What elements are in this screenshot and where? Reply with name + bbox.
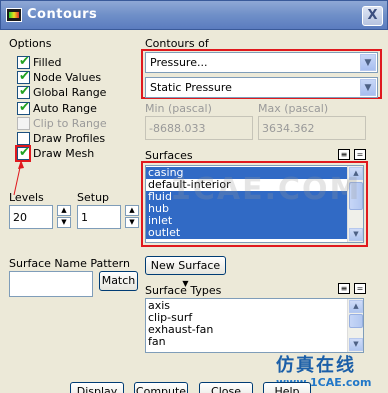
scroll-down-icon[interactable]: ▼: [349, 228, 363, 241]
contour-category-value: Pressure...: [150, 56, 208, 69]
close-button[interactable]: Close: [199, 382, 253, 393]
chevron-down-icon: ▼: [360, 79, 376, 96]
help-button[interactable]: Help: [263, 382, 311, 393]
chevron-down-icon: ▼: [360, 54, 376, 71]
contour-category-select[interactable]: Pressure... ▼: [145, 52, 378, 73]
max-field[interactable]: 3634.362: [258, 116, 366, 140]
min-label: Min (pascal): [145, 102, 212, 115]
select-all-types-icon[interactable]: ≡: [338, 283, 350, 294]
scroll-down-icon[interactable]: ▼: [349, 338, 363, 351]
scroll-up-icon[interactable]: ▲: [349, 300, 363, 313]
surface-types-items: axis clip-surf exhaust-fan fan: [146, 300, 347, 348]
setup-down-icon[interactable]: ▼: [125, 217, 139, 228]
surface-types-heading: Surface Types: [145, 284, 222, 297]
setup-label: Setup: [77, 191, 110, 204]
list-item[interactable]: outlet: [146, 227, 347, 239]
min-field[interactable]: -8688.033: [145, 116, 253, 140]
contour-quantity-select[interactable]: Static Pressure ▼: [145, 77, 378, 98]
surface-types-list[interactable]: axis clip-surf exhaust-fan fan ▲ ▼: [145, 298, 364, 353]
new-surface-label: New Surface: [150, 259, 221, 272]
levels-value: 20: [13, 211, 27, 224]
contour-quantity-value: Static Pressure: [150, 81, 232, 94]
brand-logo-text: 仿真在线: [276, 355, 356, 376]
levels-input[interactable]: 20: [9, 205, 53, 229]
levels-up-icon[interactable]: ▲: [57, 205, 71, 216]
display-button[interactable]: Display: [70, 382, 124, 393]
surface-types-scrollbar[interactable]: ▲ ▼: [347, 299, 363, 352]
setup-input[interactable]: 1: [77, 205, 121, 229]
levels-label: Levels: [9, 191, 44, 204]
list-item[interactable]: exhaust-fan: [146, 324, 347, 336]
deselect-all-icon[interactable]: =: [354, 149, 366, 160]
deselect-all-types-icon[interactable]: =: [354, 283, 366, 294]
setup-up-icon[interactable]: ▲: [125, 205, 139, 216]
select-all-icon[interactable]: ≡: [338, 149, 350, 160]
surface-name-pattern-input[interactable]: [9, 271, 93, 297]
compute-button[interactable]: Compute: [134, 382, 188, 393]
levels-down-icon[interactable]: ▼: [57, 217, 71, 228]
surface-name-pattern-label: Surface Name Pattern: [9, 257, 130, 270]
watermark: 1CAE.COM: [170, 172, 362, 207]
max-label: Max (pascal): [258, 102, 329, 115]
list-item[interactable]: fan: [146, 336, 347, 348]
setup-value: 1: [81, 211, 88, 224]
match-button[interactable]: Match: [99, 271, 138, 291]
scroll-thumb[interactable]: [349, 314, 363, 328]
min-value: -8688.033: [149, 122, 206, 135]
new-surface-button[interactable]: New Surface ▼: [145, 256, 226, 288]
max-value: 3634.362: [262, 122, 315, 135]
